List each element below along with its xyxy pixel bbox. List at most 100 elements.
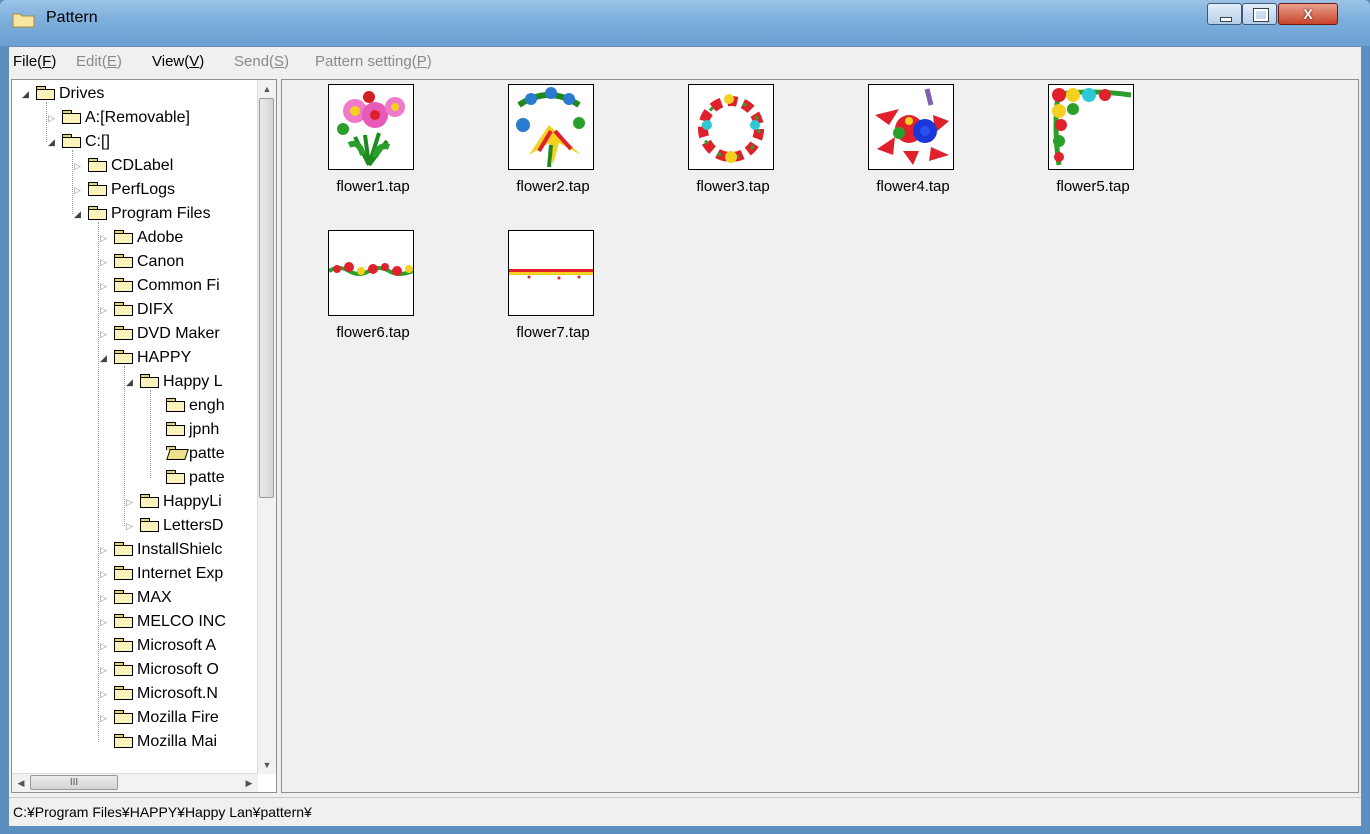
- scroll-left-icon[interactable]: ◀: [12, 774, 30, 792]
- folder-icon: [140, 494, 159, 508]
- wreath-pattern-thumbnail: [688, 84, 774, 170]
- tree-vertical-scrollbar[interactable]: ▲ ▼: [257, 80, 276, 774]
- title-bar[interactable]: Pattern X: [0, 0, 1370, 46]
- menu-file[interactable]: File(F): [13, 53, 56, 70]
- tree-node[interactable]: patte: [152, 442, 225, 466]
- expand-icon[interactable]: ▷: [100, 274, 114, 298]
- folder-icon: [114, 230, 133, 244]
- folder-icon: [140, 374, 159, 388]
- expand-icon[interactable]: ▷: [100, 658, 114, 682]
- tree-node[interactable]: ◢ Program Files: [74, 202, 211, 226]
- folder-icon: [166, 469, 185, 484]
- expand-icon[interactable]: ▷: [74, 178, 88, 202]
- tree-guide-line: [46, 102, 47, 142]
- folder-icon: [114, 350, 133, 364]
- expand-icon[interactable]: ▷: [100, 610, 114, 634]
- expand-icon[interactable]: ▷: [100, 682, 114, 706]
- tree-node-label: Microsoft.N: [137, 685, 218, 703]
- expand-icon[interactable]: ▷: [100, 298, 114, 322]
- tree-node-label: Internet Exp: [137, 565, 224, 583]
- collapse-icon[interactable]: ◢: [48, 130, 62, 154]
- folder-icon: [114, 542, 133, 556]
- tree-node[interactable]: ▷ InstallShielc: [100, 538, 222, 562]
- tree-node[interactable]: ▷ Common Fi: [100, 274, 220, 298]
- expand-icon[interactable]: ▷: [100, 250, 114, 274]
- collapse-icon[interactable]: ◢: [22, 82, 36, 106]
- expand-icon[interactable]: ▷: [100, 634, 114, 658]
- tree-node[interactable]: ▷ MELCO INC: [100, 610, 226, 634]
- tree-node[interactable]: ▷ DIFX: [100, 298, 173, 322]
- expand-icon[interactable]: ▷: [100, 562, 114, 586]
- menu-edit[interactable]: Edit(E): [76, 53, 122, 70]
- folder-icon: [114, 710, 133, 724]
- folder-icon: [114, 278, 133, 292]
- folder-icon: [12, 13, 35, 28]
- tree-node-label: patte: [189, 469, 225, 486]
- expand-icon[interactable]: ▷: [48, 106, 62, 130]
- expand-icon[interactable]: ▷: [100, 586, 114, 610]
- collapse-icon[interactable]: ◢: [126, 370, 140, 394]
- collapse-icon[interactable]: ◢: [74, 202, 88, 226]
- pattern-item[interactable]: flower7.tap: [508, 230, 598, 341]
- tree-node[interactable]: ▷ Internet Exp: [100, 562, 223, 586]
- tree-node[interactable]: ▷ Microsoft O: [100, 658, 219, 682]
- thin-border-pattern-thumbnail: [508, 230, 594, 316]
- pattern-item[interactable]: flower3.tap: [688, 84, 778, 195]
- tree-node-label: A:[Removable]: [85, 109, 190, 127]
- expand-icon[interactable]: ▷: [100, 538, 114, 562]
- rose-cluster-pattern-thumbnail: [868, 84, 954, 170]
- expand-icon[interactable]: ▷: [100, 322, 114, 346]
- scroll-up-icon[interactable]: ▲: [258, 80, 276, 98]
- menu-pattern-setting[interactable]: Pattern setting(P): [315, 53, 432, 70]
- tree-node[interactable]: ▷ CDLabel: [74, 154, 173, 178]
- pattern-item[interactable]: flower2.tap: [508, 84, 598, 195]
- tree-node[interactable]: ▷ LettersD: [126, 514, 223, 538]
- maximize-button[interactable]: [1242, 3, 1277, 25]
- tree-node[interactable]: ▷ Mozilla Fire: [100, 706, 219, 730]
- tree-node[interactable]: engh: [152, 394, 225, 418]
- tree-hscroll-thumb[interactable]: III: [30, 775, 118, 790]
- pattern-item[interactable]: flower4.tap: [868, 84, 958, 195]
- expand-icon[interactable]: ▷: [100, 226, 114, 250]
- menu-send[interactable]: Send(S): [234, 53, 289, 70]
- tree-node[interactable]: patte: [152, 466, 225, 490]
- menu-view[interactable]: View(V): [152, 53, 204, 70]
- folder-icon: [114, 326, 133, 340]
- folder-icon: [114, 638, 133, 652]
- tree-node[interactable]: ▷ Microsoft.N: [100, 682, 218, 706]
- scroll-down-icon[interactable]: ▼: [258, 756, 276, 774]
- scroll-right-icon[interactable]: ▶: [240, 774, 258, 792]
- tree-node[interactable]: Mozilla Mai: [100, 730, 217, 754]
- expand-icon[interactable]: ▷: [74, 154, 88, 178]
- expand-icon[interactable]: ▷: [126, 514, 140, 538]
- close-button[interactable]: X: [1278, 3, 1338, 25]
- collapse-icon[interactable]: ◢: [100, 346, 114, 370]
- tree-node[interactable]: ▷ Microsoft A: [100, 634, 216, 658]
- tree-node[interactable]: ◢ HAPPY: [100, 346, 191, 370]
- expand-icon[interactable]: ▷: [100, 706, 114, 730]
- tree-horizontal-scrollbar[interactable]: ◀ III ▶: [12, 773, 258, 792]
- tree-node[interactable]: ▷ HappyLi: [126, 490, 222, 514]
- folder-tree[interactable]: ◢ Drives ▷ A:[Removable] ◢ C:[] ▷ CDLabel ▷ PerfL…: [11, 79, 277, 793]
- tree-node[interactable]: jpnh: [152, 418, 219, 442]
- tree-node[interactable]: ◢ Drives: [22, 82, 104, 106]
- open-folder-icon: [166, 445, 185, 460]
- tree-node-label: Adobe: [137, 229, 184, 247]
- tree-node[interactable]: ▷ Adobe: [100, 226, 183, 250]
- tree-node[interactable]: ◢ C:[]: [48, 130, 110, 154]
- tree-node[interactable]: ▷ Canon: [100, 250, 184, 274]
- pattern-item[interactable]: flower5.tap: [1048, 84, 1138, 195]
- tree-scroll-thumb[interactable]: [259, 98, 274, 498]
- tree-node[interactable]: ▷ DVD Maker: [100, 322, 220, 346]
- tree-node-label: patte: [189, 445, 225, 462]
- pattern-file-name: flower4.tap: [876, 178, 950, 195]
- expand-icon[interactable]: ▷: [126, 490, 140, 514]
- tree-node[interactable]: ◢ Happy L: [126, 370, 223, 394]
- pattern-item[interactable]: flower6.tap: [328, 230, 418, 341]
- tree-node[interactable]: ▷ PerfLogs: [74, 178, 175, 202]
- pattern-file-name: flower5.tap: [1056, 178, 1130, 195]
- minimize-button[interactable]: [1207, 3, 1242, 25]
- tree-node[interactable]: ▷ A:[Removable]: [48, 106, 190, 130]
- tree-node[interactable]: ▷ MAX: [100, 586, 172, 610]
- pattern-item[interactable]: flower1.tap: [328, 84, 418, 195]
